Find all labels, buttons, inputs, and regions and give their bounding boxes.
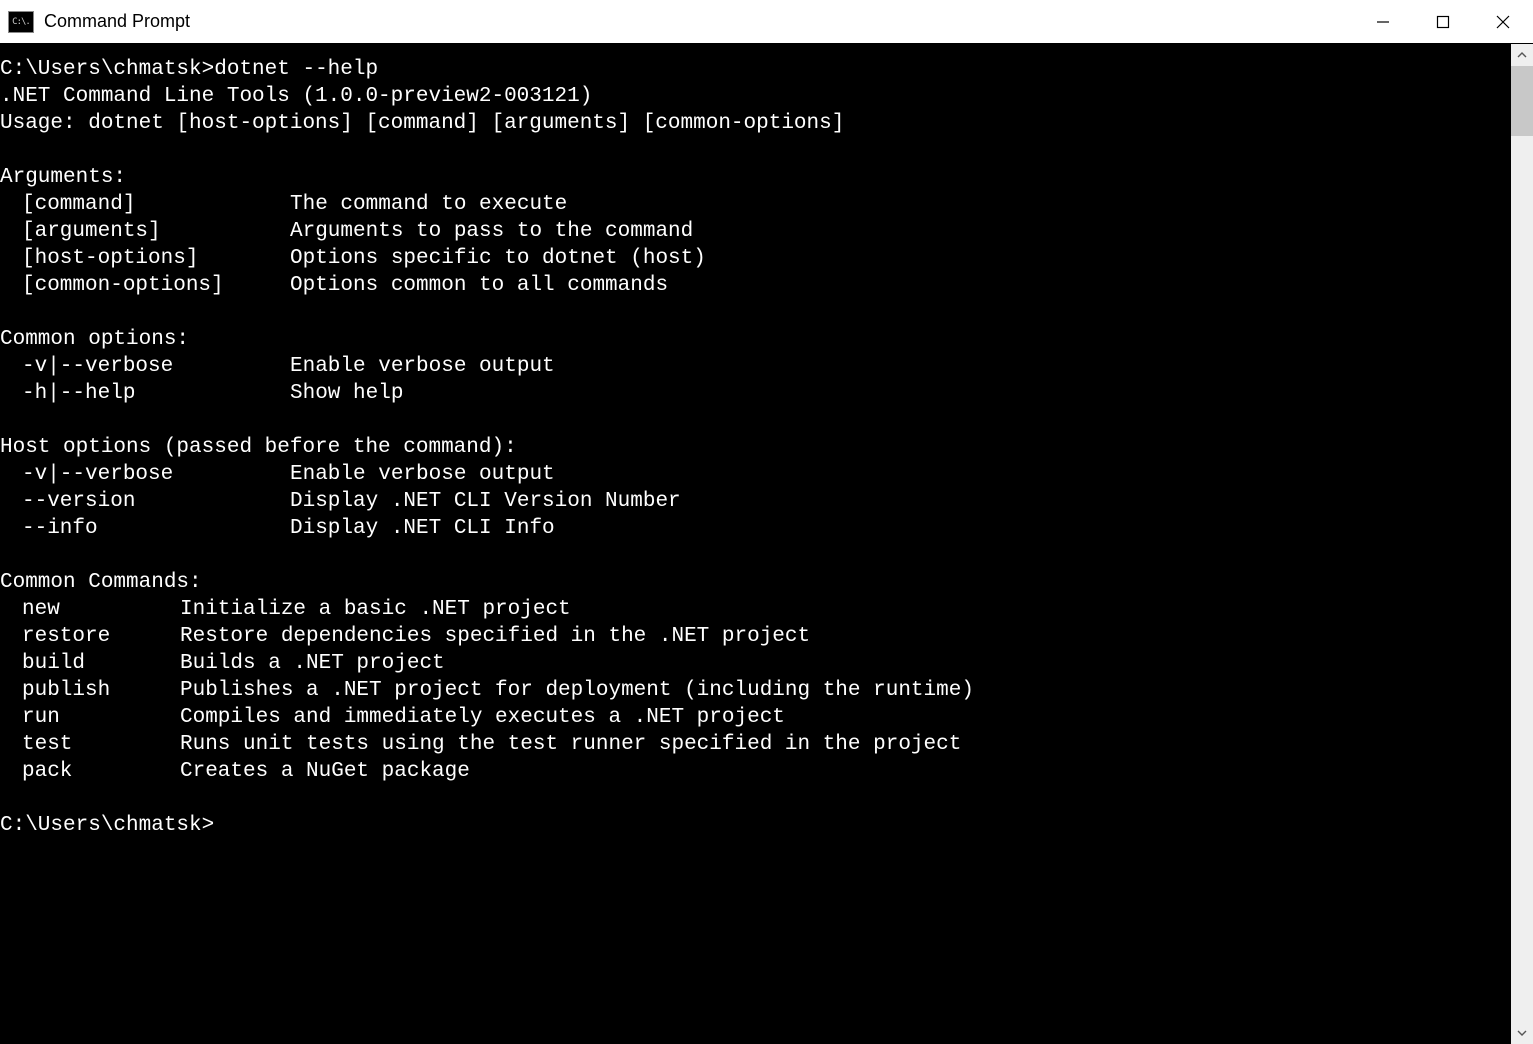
window-controls [1353, 0, 1533, 43]
section-heading: Arguments: [0, 166, 126, 189]
list-item: -v|--verboseEnable verbose output [0, 355, 555, 378]
scroll-up-button[interactable] [1511, 44, 1533, 66]
list-item: runCompiles and immediately executes a .… [0, 706, 785, 729]
list-item: [host-options]Options specific to dotnet… [0, 247, 706, 270]
list-item: buildBuilds a .NET project [0, 652, 445, 675]
section-heading: Common options: [0, 328, 189, 351]
prompt-line: C:\Users\chmatsk>dotnet --help [0, 58, 378, 81]
list-item: -v|--verboseEnable verbose output [0, 463, 555, 486]
window-title: Command Prompt [44, 11, 1353, 32]
cmd-icon: C:\. [8, 11, 34, 33]
terminal-output[interactable]: C:\Users\chmatsk>dotnet --help .NET Comm… [0, 44, 1511, 1044]
command-prompt-window: C:\. Command Prompt C:\Users\chmatsk>dot… [0, 0, 1533, 1044]
minimize-button[interactable] [1353, 0, 1413, 43]
output-line: .NET Command Line Tools (1.0.0-preview2-… [0, 85, 592, 108]
list-item: newInitialize a basic .NET project [0, 598, 571, 621]
prompt-line: C:\Users\chmatsk> [0, 814, 214, 837]
list-item: --infoDisplay .NET CLI Info [0, 517, 555, 540]
list-item: [command]The command to execute [0, 193, 567, 216]
section-heading: Host options (passed before the command)… [0, 436, 517, 459]
content-area: C:\Users\chmatsk>dotnet --help .NET Comm… [0, 44, 1533, 1044]
list-item: [common-options]Options common to all co… [0, 274, 668, 297]
list-item: publishPublishes a .NET project for depl… [0, 679, 974, 702]
list-item: testRuns unit tests using the test runne… [0, 733, 961, 756]
titlebar[interactable]: C:\. Command Prompt [0, 0, 1533, 44]
scroll-down-button[interactable] [1511, 1022, 1533, 1044]
vertical-scrollbar[interactable] [1511, 44, 1533, 1044]
close-button[interactable] [1473, 0, 1533, 43]
list-item: --versionDisplay .NET CLI Version Number [0, 490, 681, 513]
list-item: restoreRestore dependencies specified in… [0, 625, 810, 648]
section-heading: Common Commands: [0, 571, 202, 594]
maximize-button[interactable] [1413, 0, 1473, 43]
list-item: packCreates a NuGet package [0, 760, 470, 783]
output-line: Usage: dotnet [host-options] [command] [… [0, 112, 844, 135]
list-item: [arguments]Arguments to pass to the comm… [0, 220, 693, 243]
list-item: -h|--helpShow help [0, 382, 403, 405]
scrollbar-thumb[interactable] [1511, 66, 1533, 136]
